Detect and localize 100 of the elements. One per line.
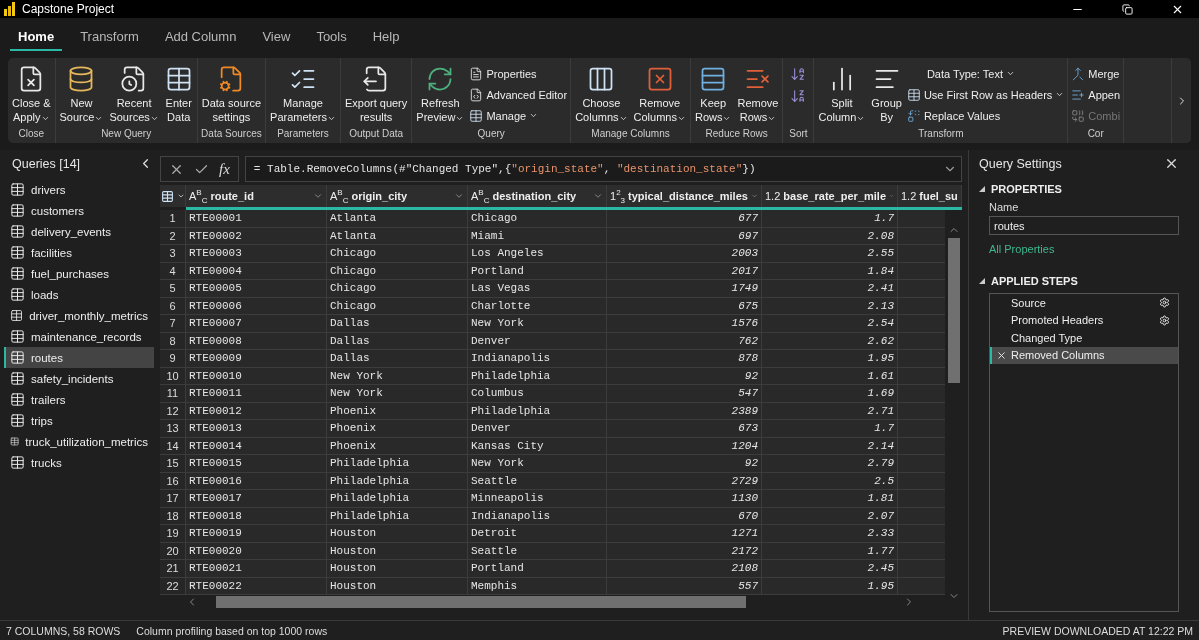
ribbon-button[interactable]: Close & Apply	[9, 63, 54, 126]
ribbon-button[interactable]: Merge	[1069, 64, 1123, 83]
close-icon[interactable]	[1164, 156, 1179, 171]
table-cell: 1130	[607, 490, 762, 508]
table-cell: Philadelphia	[327, 490, 468, 508]
table-cell	[898, 385, 945, 403]
query-item[interactable]: maintenance_records	[4, 326, 154, 347]
group-label: Close	[17, 128, 46, 141]
ribbon-button[interactable]: Appen	[1069, 85, 1123, 104]
gear-icon[interactable]	[1159, 314, 1170, 326]
status-text: PREVIEW DOWNLOADED AT 12:22 PM	[1002, 624, 1193, 637]
query-item[interactable]: routes	[4, 347, 154, 368]
ribbon-tab[interactable]: Home	[10, 22, 63, 51]
table-cell: New York	[468, 455, 607, 473]
table-icon	[10, 455, 25, 470]
ribbon-button[interactable]: Choose Columns	[572, 63, 631, 126]
group-label: Sort	[788, 128, 809, 141]
table-cell: 677	[607, 210, 762, 228]
formula-field[interactable]: = Table.RemoveColumns(#"Changed Type",{"origin_state", "destination_state"})	[244, 156, 962, 182]
table-cell	[898, 560, 945, 578]
query-item[interactable]: safety_incidents	[4, 368, 154, 389]
combine-icon	[1071, 108, 1086, 123]
group-label: Reduce Rows	[704, 128, 769, 141]
ribbon-tab[interactable]: Tools	[308, 22, 355, 51]
table-icon	[10, 371, 25, 386]
data-type-button[interactable]: Data Type: Text	[904, 64, 1067, 83]
query-item[interactable]: drivers	[4, 179, 154, 200]
table-cell: Portland	[468, 560, 607, 578]
ribbon-tab[interactable]: View	[254, 22, 299, 51]
table-cell: 1.7	[762, 210, 898, 228]
query-item[interactable]: customers	[4, 200, 154, 221]
table-cell: Minneapolis	[468, 490, 607, 508]
query-item[interactable]: driver_monthly_metrics	[4, 305, 154, 326]
query-item[interactable]: trucks	[4, 452, 154, 473]
ribbon-tab[interactable]: Add Column	[156, 22, 245, 51]
applied-step[interactable]: Source	[990, 294, 1178, 312]
ribbon-button[interactable]: Replace Values	[904, 106, 1067, 125]
ribbon-button[interactable]: Refresh Preview	[413, 63, 468, 126]
ribbon-tab[interactable]: Transform	[72, 22, 147, 51]
query-item[interactable]: fuel_purchases	[4, 263, 154, 284]
ribbon-button[interactable]: Export query results	[341, 63, 411, 126]
table-icon	[10, 245, 25, 260]
delete-icon[interactable]	[996, 349, 1007, 361]
query-item[interactable]: trips	[4, 410, 154, 431]
table-cell: 1.95	[762, 350, 898, 368]
table-cell: RTE00005	[186, 280, 327, 298]
ribbon-button[interactable]: Remove Columns	[630, 63, 689, 126]
section-heading: PROPERTIES	[991, 183, 1062, 195]
ribbon-button[interactable]: Manage Parameters	[267, 63, 339, 126]
table-cell: Columbus	[468, 385, 607, 403]
table-cell: Chicago	[327, 245, 468, 263]
app-logo-icon	[4, 2, 16, 16]
table-menu-icon[interactable]	[160, 185, 186, 207]
restore-icon[interactable]	[1121, 3, 1133, 15]
ribbon-button[interactable]: Group By	[868, 63, 905, 126]
all-properties-link[interactable]: All Properties	[979, 235, 1179, 275]
append-icon	[1071, 87, 1086, 102]
table-cell: Detroit	[468, 525, 607, 543]
table-cell: RTE00007	[186, 315, 327, 333]
ribbon-button[interactable]: Split Column	[815, 63, 869, 126]
ribbon-button[interactable]: Data source settings	[198, 63, 265, 126]
group-label: Transform	[917, 128, 965, 141]
query-item[interactable]: trailers	[4, 389, 154, 410]
applied-step[interactable]: Promoted Headers	[990, 311, 1178, 329]
pane-title: Queries [14]	[12, 156, 81, 171]
ribbon-tab[interactable]: Help	[364, 22, 408, 51]
query-item[interactable]: facilities	[4, 242, 154, 263]
ribbon-button[interactable]: Remove Rows	[734, 63, 782, 126]
collapse-triangle-icon[interactable]	[979, 186, 985, 192]
window-title: Capstone Project	[22, 2, 116, 16]
ribbon-button[interactable]: Keep Rows	[691, 63, 735, 126]
gear-icon[interactable]	[1159, 297, 1170, 309]
ribbon-button[interactable]: Manage	[467, 106, 570, 125]
ribbon-button[interactable]: Advanced Editor	[467, 85, 570, 104]
query-item[interactable]: delivery_events	[4, 221, 154, 242]
table-cell	[898, 420, 945, 438]
ribbon-button[interactable]: Use First Row as Headers	[904, 85, 1067, 104]
ribbon-button[interactable]: Enter Data	[161, 63, 196, 126]
row-number: 21	[160, 560, 186, 578]
caret-icon	[454, 191, 464, 201]
applied-step[interactable]: Removed Columns	[990, 346, 1178, 364]
table-cell: RTE00001	[186, 210, 327, 228]
formula-text: = Table.RemoveColumns(#"Changed Type",{"origin_state", "destination_state"})	[253, 163, 757, 175]
collapse-triangle-icon[interactable]	[979, 278, 985, 284]
ribbon-button[interactable]: New Source	[56, 63, 107, 126]
insert-function-button[interactable]: fx	[219, 160, 230, 178]
name-field[interactable]: routes	[989, 216, 1179, 235]
table-cell	[898, 315, 945, 333]
ribbon-button[interactable]: Recent Sources	[106, 63, 162, 126]
table-cell: Dallas	[327, 350, 468, 368]
group-label: New Query	[100, 128, 153, 141]
field-label: Name	[988, 201, 1020, 215]
applied-step[interactable]: Changed Type	[990, 329, 1178, 347]
table-cell	[898, 455, 945, 473]
table-cell: 2003	[607, 245, 762, 263]
ribbon-button[interactable]: Properties	[467, 64, 570, 83]
query-item[interactable]: truck_utilization_metrics	[4, 431, 154, 452]
group-label: Cor	[1086, 128, 1105, 141]
caret-icon	[593, 191, 603, 201]
query-item[interactable]: loads	[4, 284, 154, 305]
